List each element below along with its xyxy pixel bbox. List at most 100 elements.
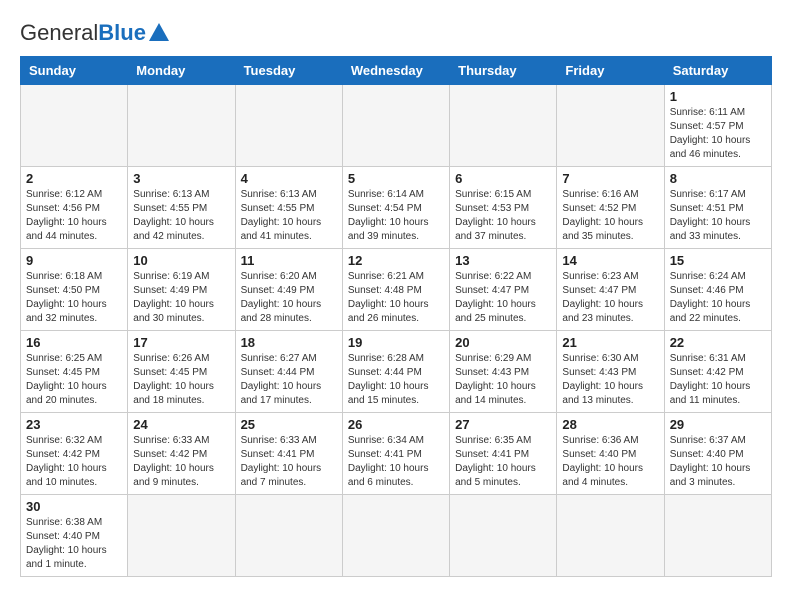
calendar-cell: 27Sunrise: 6:35 AM Sunset: 4:41 PM Dayli…: [450, 413, 557, 495]
day-info: Sunrise: 6:23 AM Sunset: 4:47 PM Dayligh…: [562, 270, 658, 326]
day-info: Sunrise: 6:12 AM Sunset: 4:56 PM Dayligh…: [26, 188, 122, 244]
day-info: Sunrise: 6:22 AM Sunset: 4:47 PM Dayligh…: [455, 270, 551, 326]
day-info: Sunrise: 6:13 AM Sunset: 4:55 PM Dayligh…: [241, 188, 337, 244]
calendar-cell: [664, 495, 771, 577]
calendar-cell: [235, 85, 342, 167]
day-number: 6: [455, 171, 551, 186]
calendar-cell: 5 Sunrise: 6:14 AM Sunset: 4:54 PM Daylig…: [342, 167, 449, 249]
day-number: 1: [670, 89, 766, 104]
day-number: 5: [348, 171, 444, 186]
calendar-cell: 13Sunrise: 6:22 AM Sunset: 4:47 PM Dayli…: [450, 249, 557, 331]
calendar-cell: 1 Sunrise: 6:11 AM Sunset: 4:57 PM Daylig…: [664, 85, 771, 167]
calendar-cell: 14 Sunrise: 6:23 AM Sunset: 4:47 PM Dayli…: [557, 249, 664, 331]
calendar-cell: 25Sunrise: 6:33 AM Sunset: 4:41 PM Dayli…: [235, 413, 342, 495]
day-number: 12: [348, 253, 444, 268]
calendar-cell: [450, 495, 557, 577]
day-info: Sunrise: 6:25 AM Sunset: 4:45 PM Dayligh…: [26, 352, 122, 408]
calendar-row-2: 9Sunrise: 6:18 AM Sunset: 4:50 PM Daylig…: [21, 249, 772, 331]
logo: General Blue: [20, 20, 169, 46]
day-number: 4: [241, 171, 337, 186]
day-number: 16: [26, 335, 122, 350]
day-info: Sunrise: 6:31 AM Sunset: 4:42 PM Dayligh…: [670, 352, 766, 408]
calendar-cell: 7 Sunrise: 6:16 AM Sunset: 4:52 PM Daylig…: [557, 167, 664, 249]
calendar-cell: 18 Sunrise: 6:27 AM Sunset: 4:44 PM Dayli…: [235, 331, 342, 413]
day-number: 27: [455, 417, 551, 432]
logo-triangle-icon: [149, 23, 169, 41]
day-info: Sunrise: 6:37 AM Sunset: 4:40 PM Dayligh…: [670, 434, 766, 490]
day-number: 14: [562, 253, 658, 268]
calendar-cell: 21 Sunrise: 6:30 AM Sunset: 4:43 PM Dayli…: [557, 331, 664, 413]
calendar-cell: 24Sunrise: 6:33 AM Sunset: 4:42 PM Dayli…: [128, 413, 235, 495]
day-info: Sunrise: 6:13 AM Sunset: 4:55 PM Dayligh…: [133, 188, 229, 244]
day-info: Sunrise: 6:16 AM Sunset: 4:52 PM Dayligh…: [562, 188, 658, 244]
day-info: Sunrise: 6:24 AM Sunset: 4:46 PM Dayligh…: [670, 270, 766, 326]
calendar-cell: 23 Sunrise: 6:32 AM Sunset: 4:42 PM Dayli…: [21, 413, 128, 495]
calendar-cell: 29 Sunrise: 6:37 AM Sunset: 4:40 PM Dayli…: [664, 413, 771, 495]
calendar-cell: 28Sunrise: 6:36 AM Sunset: 4:40 PM Dayli…: [557, 413, 664, 495]
calendar-cell: [128, 85, 235, 167]
page-header: General Blue: [20, 20, 772, 46]
day-number: 8: [670, 171, 766, 186]
day-number: 17: [133, 335, 229, 350]
calendar-cell: [342, 495, 449, 577]
calendar-cell: 4 Sunrise: 6:13 AM Sunset: 4:55 PM Daylig…: [235, 167, 342, 249]
day-info: Sunrise: 6:20 AM Sunset: 4:49 PM Dayligh…: [241, 270, 337, 326]
weekday-header-sunday: Sunday: [21, 57, 128, 85]
weekday-header-wednesday: Wednesday: [342, 57, 449, 85]
day-info: Sunrise: 6:14 AM Sunset: 4:54 PM Dayligh…: [348, 188, 444, 244]
calendar-cell: 16 Sunrise: 6:25 AM Sunset: 4:45 PM Dayli…: [21, 331, 128, 413]
calendar-cell: [557, 85, 664, 167]
day-info: Sunrise: 6:34 AM Sunset: 4:41 PM Dayligh…: [348, 434, 444, 490]
calendar-cell: [557, 495, 664, 577]
day-info: Sunrise: 6:36 AM Sunset: 4:40 PM Dayligh…: [562, 434, 658, 490]
day-info: Sunrise: 6:33 AM Sunset: 4:42 PM Dayligh…: [133, 434, 229, 490]
day-info: Sunrise: 6:11 AM Sunset: 4:57 PM Dayligh…: [670, 106, 766, 162]
day-number: 25: [241, 417, 337, 432]
calendar-cell: 15 Sunrise: 6:24 AM Sunset: 4:46 PM Dayli…: [664, 249, 771, 331]
calendar-cell: 19 Sunrise: 6:28 AM Sunset: 4:44 PM Dayli…: [342, 331, 449, 413]
day-number: 7: [562, 171, 658, 186]
day-number: 10: [133, 253, 229, 268]
calendar-cell: 6 Sunrise: 6:15 AM Sunset: 4:53 PM Daylig…: [450, 167, 557, 249]
calendar-cell: [235, 495, 342, 577]
day-number: 21: [562, 335, 658, 350]
day-number: 18: [241, 335, 337, 350]
day-info: Sunrise: 6:30 AM Sunset: 4:43 PM Dayligh…: [562, 352, 658, 408]
calendar-cell: 11 Sunrise: 6:20 AM Sunset: 4:49 PM Dayli…: [235, 249, 342, 331]
calendar-cell: 2 Sunrise: 6:12 AM Sunset: 4:56 PM Daylig…: [21, 167, 128, 249]
day-info: Sunrise: 6:21 AM Sunset: 4:48 PM Dayligh…: [348, 270, 444, 326]
day-number: 3: [133, 171, 229, 186]
day-info: Sunrise: 6:17 AM Sunset: 4:51 PM Dayligh…: [670, 188, 766, 244]
calendar-cell: 12 Sunrise: 6:21 AM Sunset: 4:48 PM Dayli…: [342, 249, 449, 331]
day-number: 29: [670, 417, 766, 432]
logo-blue-text: Blue: [98, 20, 146, 46]
weekday-header-saturday: Saturday: [664, 57, 771, 85]
calendar-cell: 8 Sunrise: 6:17 AM Sunset: 4:51 PM Daylig…: [664, 167, 771, 249]
calendar-row-1: 2 Sunrise: 6:12 AM Sunset: 4:56 PM Daylig…: [21, 167, 772, 249]
day-info: Sunrise: 6:27 AM Sunset: 4:44 PM Dayligh…: [241, 352, 337, 408]
day-info: Sunrise: 6:26 AM Sunset: 4:45 PM Dayligh…: [133, 352, 229, 408]
logo-general-text: General: [20, 20, 98, 46]
calendar-cell: 26Sunrise: 6:34 AM Sunset: 4:41 PM Dayli…: [342, 413, 449, 495]
calendar-row-4: 23 Sunrise: 6:32 AM Sunset: 4:42 PM Dayli…: [21, 413, 772, 495]
calendar-cell: 9Sunrise: 6:18 AM Sunset: 4:50 PM Daylig…: [21, 249, 128, 331]
calendar-row-5: 30Sunrise: 6:38 AM Sunset: 4:40 PM Dayli…: [21, 495, 772, 577]
day-number: 2: [26, 171, 122, 186]
calendar-cell: 10Sunrise: 6:19 AM Sunset: 4:49 PM Dayli…: [128, 249, 235, 331]
day-info: Sunrise: 6:32 AM Sunset: 4:42 PM Dayligh…: [26, 434, 122, 490]
calendar-cell: 20Sunrise: 6:29 AM Sunset: 4:43 PM Dayli…: [450, 331, 557, 413]
day-info: Sunrise: 6:18 AM Sunset: 4:50 PM Dayligh…: [26, 270, 122, 326]
day-number: 20: [455, 335, 551, 350]
calendar-table: SundayMondayTuesdayWednesdayThursdayFrid…: [20, 56, 772, 577]
day-number: 30: [26, 499, 122, 514]
day-info: Sunrise: 6:28 AM Sunset: 4:44 PM Dayligh…: [348, 352, 444, 408]
day-number: 15: [670, 253, 766, 268]
day-number: 11: [241, 253, 337, 268]
weekday-header-row: SundayMondayTuesdayWednesdayThursdayFrid…: [21, 57, 772, 85]
calendar-row-0: 1 Sunrise: 6:11 AM Sunset: 4:57 PM Daylig…: [21, 85, 772, 167]
day-info: Sunrise: 6:15 AM Sunset: 4:53 PM Dayligh…: [455, 188, 551, 244]
calendar-cell: [21, 85, 128, 167]
day-number: 19: [348, 335, 444, 350]
calendar-cell: 30Sunrise: 6:38 AM Sunset: 4:40 PM Dayli…: [21, 495, 128, 577]
day-number: 23: [26, 417, 122, 432]
